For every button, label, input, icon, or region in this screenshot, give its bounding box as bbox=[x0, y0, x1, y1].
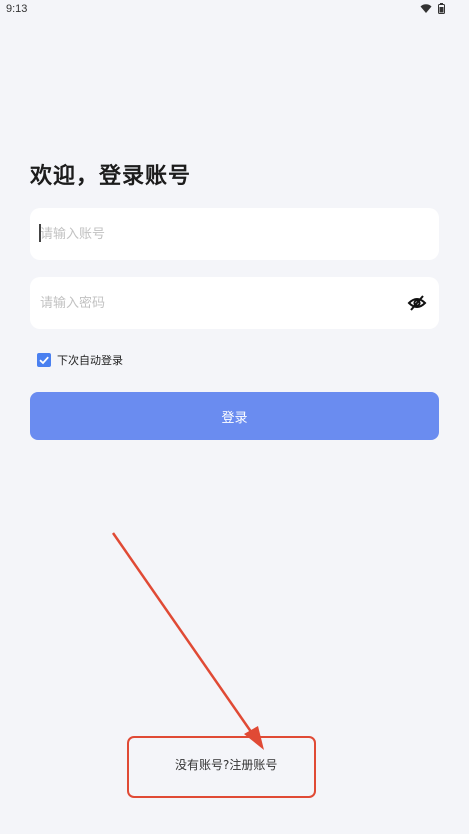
status-icons bbox=[420, 3, 445, 14]
eye-off-icon[interactable] bbox=[407, 293, 427, 313]
password-input[interactable] bbox=[40, 277, 400, 329]
status-time: 9:13 bbox=[6, 3, 28, 15]
account-field[interactable] bbox=[30, 208, 439, 260]
battery-icon bbox=[438, 3, 445, 14]
remember-label: 下次自动登录 bbox=[57, 354, 123, 367]
remember-login-row[interactable]: 下次自动登录 bbox=[37, 352, 123, 368]
remember-checkbox[interactable] bbox=[37, 353, 51, 367]
text-cursor bbox=[39, 224, 41, 242]
register-link[interactable]: 没有账号?注册账号 bbox=[175, 756, 277, 773]
page-title: 欢迎，登录账号 bbox=[30, 164, 192, 189]
wifi-icon bbox=[420, 3, 432, 14]
status-bar: 9:13 bbox=[0, 0, 469, 22]
check-icon bbox=[39, 356, 49, 365]
password-field[interactable] bbox=[30, 277, 439, 329]
login-button[interactable]: 登录 bbox=[30, 392, 439, 440]
account-input[interactable] bbox=[40, 208, 400, 260]
